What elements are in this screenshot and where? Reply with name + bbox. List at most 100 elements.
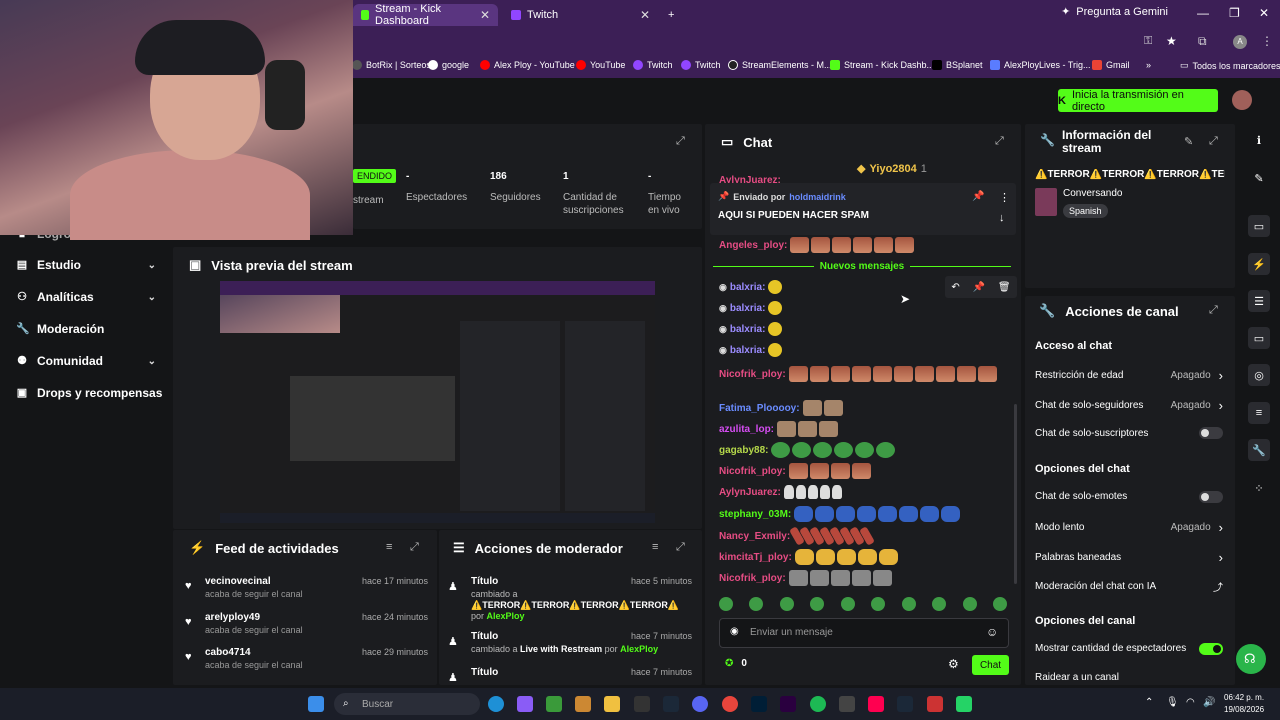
edit-icon[interactable]: ✎	[1248, 167, 1270, 189]
chrome-icon[interactable]	[722, 696, 738, 712]
pin-icon[interactable]: 📌	[972, 191, 984, 202]
volume-icon[interactable]: 🔊	[1203, 697, 1215, 708]
chat-username[interactable]: Fatima_Plooooy:	[719, 403, 800, 414]
sidebar-item-estudio[interactable]: ▤ Estudio ⌄	[16, 258, 156, 272]
feed-user[interactable]: arelyploy49	[205, 612, 260, 623]
expand-icon[interactable]: ⤢	[1209, 304, 1218, 317]
quick-emote-icon[interactable]	[871, 597, 886, 611]
info-icon[interactable]: ℹ	[1248, 129, 1270, 151]
bookmark-item[interactable]: Stream - Kick Dashb...	[830, 60, 934, 70]
quick-emote-icon[interactable]	[840, 597, 855, 611]
settings-gear-icon[interactable]: ⚙	[948, 657, 959, 671]
chat-username[interactable]: balxria:	[730, 282, 766, 293]
quick-emote-icon[interactable]	[779, 597, 794, 611]
quick-emote-icon[interactable]	[901, 597, 916, 611]
quick-emote-icon[interactable]	[962, 597, 977, 611]
photoshop-icon[interactable]	[751, 696, 767, 712]
windows-start-icon[interactable]	[308, 696, 324, 712]
chat-username[interactable]: Nancy_Exmily:	[719, 531, 790, 542]
copilot-icon[interactable]	[517, 696, 533, 712]
close-window-icon[interactable]: ✕	[1259, 6, 1269, 20]
premiere-icon[interactable]	[780, 696, 796, 712]
menu-dots-icon[interactable]: ⋮	[1261, 34, 1273, 48]
tab-twitch[interactable]: Twitch ✕	[503, 4, 658, 26]
chat-input[interactable]: ◉ Enviar un mensaje ☺	[719, 618, 1009, 648]
wifi-icon[interactable]: ◠	[1186, 697, 1195, 708]
chat-username[interactable]: Nicofrik_ploy:	[719, 466, 786, 477]
channel-action-row[interactable]: Chat de solo-emotes	[1035, 490, 1223, 503]
arrow-down-icon[interactable]: ↓	[999, 212, 1005, 224]
channel-action-row[interactable]: Restricción de edad Apagado ›	[1035, 368, 1223, 383]
chat-username[interactable]: stephany_03M:	[719, 509, 791, 520]
close-tab-icon[interactable]: ✕	[640, 8, 650, 22]
quick-emote-icon[interactable]	[992, 597, 1007, 611]
expand-icon[interactable]: ⤢	[1209, 135, 1218, 148]
feed-user[interactable]: vecinovecinal	[205, 576, 271, 587]
chat-username[interactable]: Nicofrik_ploy:	[719, 573, 786, 584]
trash-icon[interactable]: 🗑	[998, 282, 1011, 293]
bookmark-item[interactable]: BSplanet	[932, 60, 983, 70]
bookmark-item[interactable]: Alex Ploy - YouTube	[480, 60, 575, 70]
bookmark-item[interactable]: google	[428, 60, 469, 70]
spotify-icon[interactable]	[810, 696, 826, 712]
pinned-user[interactable]: holdmaidrink	[789, 192, 846, 202]
discord-icon[interactable]	[692, 696, 708, 712]
mod-action-user[interactable]: AlexPloy	[487, 611, 525, 621]
more-options-icon[interactable]: ⋮	[999, 191, 1010, 204]
avatar[interactable]	[1232, 90, 1252, 110]
quick-emote-icon[interactable]	[810, 597, 825, 611]
go-live-button[interactable]: K Inicia la transmisión en directo	[1058, 89, 1218, 113]
bookmark-item[interactable]: AlexPloyLives - Trig...	[990, 60, 1091, 70]
help-chat-button[interactable]: ☊	[1236, 644, 1266, 674]
gemini-button[interactable]: ✦ Pregunta a Gemini	[1061, 5, 1168, 19]
feed-user[interactable]: cabo4714	[205, 647, 251, 658]
channel-action-row[interactable]: Moderación del chat con IA ⤴	[1035, 579, 1223, 594]
new-tab-button[interactable]: +	[660, 4, 680, 26]
wrench-icon[interactable]: 🔧	[1248, 439, 1270, 461]
chat-username[interactable]: AylynJuarez:	[719, 487, 781, 498]
minecraft-icon[interactable]	[546, 696, 562, 712]
quick-emote-icon[interactable]	[749, 597, 764, 611]
steam-icon[interactable]	[897, 696, 913, 712]
sidebar-item-drops[interactable]: ▣ Drops y recompensas	[16, 386, 173, 400]
profile-icon[interactable]: A	[1233, 35, 1247, 49]
send-chat-button[interactable]: Chat	[972, 655, 1009, 675]
channel-action-row[interactable]: Modo lento Apagado ›	[1035, 520, 1223, 535]
tray-chevron-icon[interactable]: ⌃	[1145, 697, 1153, 708]
extensions-icon[interactable]: ⧉	[1198, 34, 1207, 49]
chat-scrollbar[interactable]	[1014, 404, 1017, 584]
list-icon[interactable]: ☰	[1248, 290, 1270, 312]
clock[interactable]: 06:42 p. m. 19/08/2026	[1224, 692, 1264, 716]
chat-username[interactable]: balxria:	[730, 303, 766, 314]
chat-username[interactable]: Nicofrik_ploy:	[719, 369, 786, 380]
quick-emote-icon[interactable]	[932, 597, 947, 611]
expand-icon[interactable]: ⤢	[676, 135, 685, 148]
top-gifter[interactable]: ◆ Yiyo2804 1	[857, 162, 927, 176]
all-bookmarks[interactable]: ▭ Todos los marcadores	[1180, 60, 1280, 71]
chat-username[interactable]: balxria:	[730, 345, 766, 356]
toggle-switch[interactable]	[1199, 490, 1223, 503]
edge-icon[interactable]	[488, 696, 504, 712]
stream-preview-video[interactable]	[220, 281, 655, 523]
chat-icon[interactable]: ▭	[1248, 327, 1270, 349]
bookmark-item[interactable]: StreamElements - M...	[728, 60, 832, 70]
bookmark-item[interactable]: Gmail	[1092, 60, 1130, 70]
edit-pencil-icon[interactable]: ✎	[1184, 135, 1193, 148]
filter-icon[interactable]: ≡	[386, 541, 392, 553]
channel-action-row[interactable]: Palabras baneadas ›	[1035, 550, 1223, 565]
app-icon[interactable]	[575, 696, 591, 712]
app-icon[interactable]	[839, 696, 855, 712]
maximize-icon[interactable]: ❐	[1229, 6, 1240, 20]
bookmark-item[interactable]: Twitch	[633, 60, 673, 70]
bookmark-item[interactable]: Twitch	[681, 60, 721, 70]
apps-icon[interactable]: ⁘	[1248, 477, 1270, 499]
filter-icon[interactable]: ≡	[652, 541, 658, 553]
minimize-icon[interactable]: —	[1197, 6, 1209, 20]
expand-icon[interactable]: ⤢	[995, 135, 1004, 148]
toggle-switch[interactable]	[1199, 427, 1223, 439]
toggle-switch[interactable]	[1199, 642, 1223, 655]
expand-icon[interactable]: ⤢	[410, 541, 419, 554]
emoji-icon[interactable]: ☺	[986, 625, 998, 639]
broadcast-icon[interactable]: ◎	[1248, 364, 1270, 386]
bookmark-item[interactable]: YouTube	[576, 60, 625, 70]
